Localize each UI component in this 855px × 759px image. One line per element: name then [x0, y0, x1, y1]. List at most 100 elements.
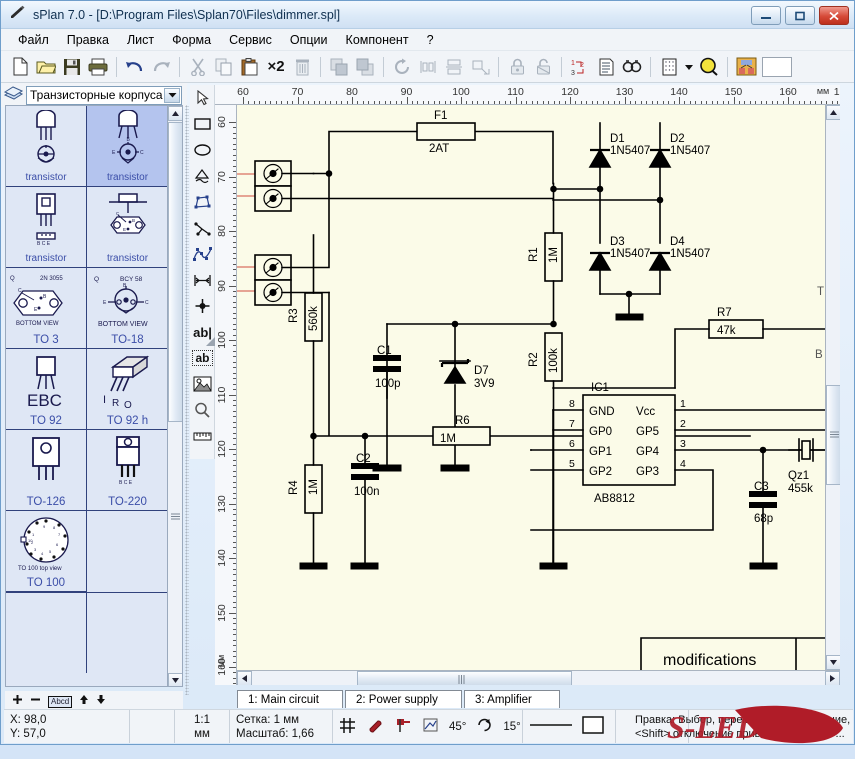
ruler-tick	[233, 618, 236, 619]
dropdown-arrow-icon[interactable]	[682, 54, 696, 80]
new-file-icon[interactable]	[7, 54, 33, 80]
menu-component[interactable]: Компонент	[337, 31, 418, 49]
measure-tool[interactable]	[190, 423, 215, 449]
library-scrollbar[interactable]	[167, 106, 182, 687]
library-category-select[interactable]: Транзисторные корпуса	[26, 86, 182, 105]
grid-icon[interactable]	[656, 54, 682, 80]
fill-style-icon[interactable]	[582, 716, 604, 737]
remove-icon[interactable]	[30, 694, 41, 708]
canvas-hscroll-thumb[interactable]	[357, 671, 572, 685]
library-item-to126[interactable]: TO-126	[6, 430, 87, 511]
color-swatch[interactable]	[759, 54, 795, 80]
menu-file[interactable]: Файл	[9, 31, 58, 49]
line-style-icon[interactable]	[529, 720, 573, 733]
print-icon[interactable]	[85, 54, 111, 80]
autonumber-icon[interactable]: 123	[567, 54, 593, 80]
rename-icon[interactable]: Abcd	[48, 695, 72, 708]
ruler-tick	[679, 97, 680, 104]
sheet-tab-3[interactable]: 3: Amplifier	[464, 690, 560, 708]
ruler-tick	[233, 602, 236, 603]
library-scroll-thumb[interactable]	[168, 122, 183, 422]
canvas-scroll-right-button[interactable]	[825, 671, 840, 685]
schematic-canvas[interactable]: F1 2AT D1 1N5407 D2 1N5407 D3 1N5407 D4 …	[237, 105, 840, 685]
move-down-icon[interactable]	[96, 694, 106, 708]
zoom-icon[interactable]	[696, 54, 722, 80]
toolbar-separator	[116, 57, 117, 77]
open-file-icon[interactable]	[33, 54, 59, 80]
ruler-tick	[739, 101, 740, 104]
angle-icon[interactable]	[423, 718, 438, 735]
library-item-to18[interactable]: Q BCY 58 B E C BOTTOM VIEW TO-18	[87, 268, 168, 349]
vertical-ruler[interactable]: 60708090100110120130140150160170мм	[215, 105, 237, 685]
add-icon[interactable]	[12, 694, 23, 708]
find-icon[interactable]	[619, 54, 645, 80]
undo-icon[interactable]	[122, 54, 148, 80]
canvas-vscroll-thumb[interactable]	[826, 385, 840, 485]
library-item-empty-3[interactable]	[87, 592, 168, 673]
canvas-scroll-down-button[interactable]	[826, 655, 840, 670]
connection-point-tool[interactable]	[190, 293, 215, 319]
library-item-to3[interactable]: Q 2N 3055 C B E BOTTOM VIEW TO 3	[6, 268, 87, 349]
ruler-label-v: 80	[216, 225, 228, 237]
library-item-transistor-2[interactable]: B E C transistor	[87, 106, 168, 187]
scroll-down-button[interactable]	[168, 673, 183, 687]
menu-options[interactable]: Опции	[281, 31, 337, 49]
library-item-transistor-1[interactable]: transistor	[6, 106, 87, 187]
ruler-tick	[233, 460, 236, 461]
library-item-transistor-3[interactable]: B C E transistor	[6, 187, 87, 268]
menu-service[interactable]: Сервис	[220, 31, 281, 49]
move-up-icon[interactable]	[79, 694, 89, 708]
canvas-hscrollbar[interactable]	[237, 670, 840, 685]
bezier-tool[interactable]	[190, 189, 215, 215]
library-item-to220[interactable]: B C E TO-220	[87, 430, 168, 511]
menu-help[interactable]: ?	[418, 31, 443, 49]
label-C1: C1	[377, 345, 392, 357]
polyline-tool[interactable]	[190, 215, 215, 241]
ruler-tick	[292, 101, 293, 104]
parts-list-icon[interactable]	[593, 54, 619, 80]
duplicate-x2-icon[interactable]: ×2	[263, 54, 289, 80]
text-box-tool[interactable]: ab	[190, 345, 215, 371]
library-item-empty-1[interactable]	[87, 511, 168, 592]
panel-splitter[interactable]	[185, 105, 189, 695]
scroll-up-button[interactable]	[168, 106, 183, 121]
sheet-tab-2[interactable]: 2: Power supply	[345, 690, 462, 708]
zoom-tool[interactable]	[190, 397, 215, 423]
dimension-tool[interactable]	[190, 267, 215, 293]
chevron-down-icon[interactable]	[164, 88, 180, 103]
minimize-button[interactable]	[751, 6, 781, 25]
canvas-scroll-up-button[interactable]	[826, 105, 840, 120]
rotate-step-icon[interactable]	[477, 718, 492, 735]
svg-text:C: C	[18, 288, 22, 294]
maximize-button[interactable]	[785, 6, 815, 25]
drawing-sheet[interactable]: F1 2AT D1 1N5407 D2 1N5407 D3 1N5407 D4 …	[237, 105, 825, 670]
canvas-vscrollbar[interactable]	[825, 105, 840, 670]
paste-icon[interactable]	[237, 54, 263, 80]
canvas-scroll-left-button[interactable]	[237, 671, 252, 685]
image-tool[interactable]	[190, 371, 215, 397]
rectangle-tool[interactable]	[190, 111, 215, 137]
snap-icon[interactable]	[367, 718, 384, 736]
library-item-to92[interactable]: EBC TO 92	[6, 349, 87, 430]
close-button[interactable]	[819, 6, 849, 25]
horizontal-ruler[interactable]: 60708090100110120130140150160170мм	[215, 85, 840, 105]
ruler-tick	[657, 101, 658, 104]
library-item-to92h[interactable]: I R O TO 92 h	[87, 349, 168, 430]
menu-form[interactable]: Форма	[163, 31, 220, 49]
polygon-tool[interactable]	[190, 163, 215, 189]
guides-icon[interactable]	[395, 718, 412, 736]
select-arrow-tool[interactable]	[190, 85, 215, 111]
grid-toggle-icon[interactable]	[339, 717, 356, 737]
library-item-transistor-4[interactable]: C B E transistor	[87, 187, 168, 268]
save-icon[interactable]	[59, 54, 85, 80]
library-item-to100[interactable]: 987 654 321 10 TO 100 top view TO 100	[6, 511, 87, 592]
component-library-panel[interactable]: transistor B E C transi	[5, 105, 183, 687]
color-picker-icon[interactable]	[733, 54, 759, 80]
sheet-tab-1[interactable]: 1: Main circuit	[237, 690, 343, 708]
curve-tool[interactable]	[190, 241, 215, 267]
palette-resize-grip[interactable]	[206, 335, 214, 343]
menu-edit[interactable]: Правка	[58, 31, 118, 49]
ellipse-tool[interactable]	[190, 137, 215, 163]
menu-sheet[interactable]: Лист	[118, 31, 163, 49]
library-item-empty-2[interactable]	[6, 592, 87, 673]
